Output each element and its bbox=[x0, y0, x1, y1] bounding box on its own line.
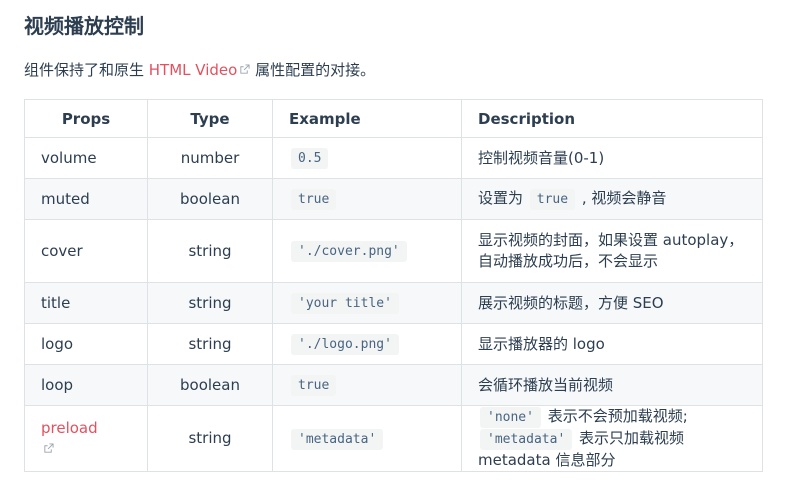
prop-type: string bbox=[147, 282, 273, 324]
prop-name-cell: preload bbox=[24, 405, 148, 472]
table-row: muted boolean true 设置为 true , 视频会静音 bbox=[24, 178, 763, 220]
prop-example: true bbox=[272, 178, 462, 220]
prop-type: string bbox=[147, 219, 273, 283]
preload-link[interactable]: preload bbox=[41, 419, 98, 437]
prop-type: string bbox=[147, 323, 273, 365]
header-description: Description bbox=[461, 99, 763, 138]
prop-description: 显示播放器的 logo bbox=[461, 323, 763, 365]
example-code: 0.5 bbox=[291, 148, 329, 169]
prop-name: title bbox=[24, 282, 148, 324]
example-code: 'metadata' bbox=[291, 428, 384, 450]
prop-type: boolean bbox=[147, 364, 273, 406]
example-code: './logo.png' bbox=[291, 334, 399, 355]
table-row: title string 'your title' 展示视频的标题，方便 SEO bbox=[24, 282, 763, 324]
html-video-link[interactable]: HTML Video bbox=[149, 61, 238, 79]
prop-name: loop bbox=[24, 364, 148, 406]
prop-name: logo bbox=[24, 323, 148, 365]
table-row: preload string 'metadata' 'none' 表示不会预加载… bbox=[24, 405, 763, 472]
header-props: Props bbox=[24, 99, 148, 138]
table-row: volume number 0.5 控制视频音量(0-1) bbox=[24, 137, 763, 179]
prop-name: cover bbox=[24, 219, 148, 283]
intro-text-before: 组件保持了和原生 bbox=[24, 61, 149, 79]
prop-example: 'metadata' bbox=[272, 405, 462, 472]
page-title: 视频播放控制 bbox=[24, 14, 144, 38]
intro-text-after: 属性配置的对接。 bbox=[250, 61, 376, 79]
desc-text: 设置为 bbox=[478, 189, 528, 207]
desc-code: 'metadata' bbox=[480, 429, 573, 450]
desc-text: 表示不会预加载视频; bbox=[542, 407, 688, 425]
desc-code: 'none' bbox=[480, 407, 541, 428]
prop-example: './logo.png' bbox=[272, 323, 462, 365]
prop-description: 展示视频的标题，方便 SEO bbox=[461, 282, 763, 324]
prop-description: 会循环播放当前视频 bbox=[461, 364, 763, 406]
prop-example: 'your title' bbox=[272, 282, 462, 324]
external-link-icon bbox=[44, 442, 54, 453]
desc-code: true bbox=[529, 189, 576, 210]
desc-text: , 视频会静音 bbox=[577, 189, 667, 207]
intro-paragraph: 组件保持了和原生 HTML Video 属性配置的对接。 bbox=[24, 58, 375, 82]
example-code: 'your title' bbox=[291, 293, 399, 314]
table-row: logo string './logo.png' 显示播放器的 logo bbox=[24, 323, 763, 365]
prop-type: number bbox=[147, 137, 273, 179]
props-table: Props Type Example Description volume nu… bbox=[24, 99, 763, 472]
prop-name: muted bbox=[24, 178, 148, 220]
prop-name: volume bbox=[24, 137, 148, 179]
prop-description: 'none' 表示不会预加载视频; 'metadata' 表示只加载视频 met… bbox=[461, 405, 763, 472]
example-code: true bbox=[291, 189, 337, 210]
prop-type: boolean bbox=[147, 178, 273, 220]
example-code: './cover.png' bbox=[291, 241, 407, 262]
prop-description: 控制视频音量(0-1) bbox=[461, 137, 763, 179]
example-code: true bbox=[291, 375, 337, 396]
prop-example: './cover.png' bbox=[272, 219, 462, 283]
prop-description: 设置为 true , 视频会静音 bbox=[461, 178, 763, 220]
external-link-icon bbox=[240, 64, 250, 74]
table-header-row: Props Type Example Description bbox=[24, 99, 763, 138]
prop-example: true bbox=[272, 364, 462, 406]
table-row: loop boolean true 会循环播放当前视频 bbox=[24, 364, 763, 406]
header-example: Example bbox=[272, 99, 462, 138]
table-row: cover string './cover.png' 显示视频的封面，如果设置 … bbox=[24, 219, 763, 283]
prop-description: 显示视频的封面，如果设置 autoplay，自动播放成功后，不会显示 bbox=[461, 219, 763, 283]
header-type: Type bbox=[147, 99, 273, 138]
prop-type: string bbox=[147, 405, 273, 472]
prop-example: 0.5 bbox=[272, 137, 462, 179]
